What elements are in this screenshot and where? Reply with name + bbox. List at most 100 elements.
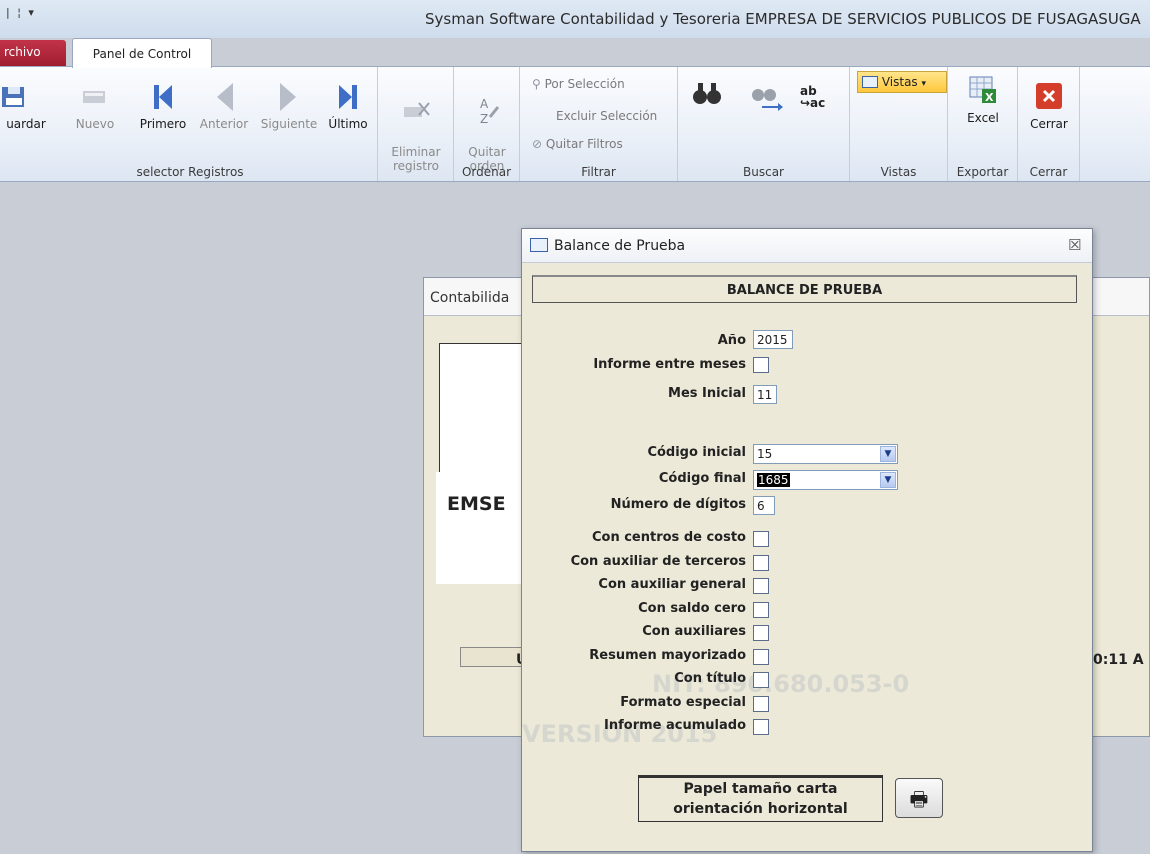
option-label: Con auxiliar de terceros <box>570 553 746 569</box>
codigo-inicial-value: 15 <box>757 447 773 461</box>
excluir-seleccion-label: Excluir Selección <box>556 109 658 123</box>
quitar-filtros-button[interactable]: ⊘ Quitar Filtros <box>532 137 623 151</box>
tab-archivo[interactable]: rchivo <box>0 40 66 66</box>
quick-access-toolbar[interactable]: | ¦ ▾ <box>6 6 36 19</box>
codigo-inicial-label: Código inicial <box>647 445 746 460</box>
ribbon: uardar Nuevo Primero Anterior Siguiente … <box>0 66 1150 182</box>
option-label: Con centros de costo <box>591 530 746 545</box>
cerrar-button[interactable]: Cerrar <box>1022 81 1076 131</box>
dialog-close-icon[interactable]: ☒ <box>1068 236 1081 254</box>
ultimo-button[interactable]: Último <box>322 81 374 131</box>
option-checkbox[interactable] <box>753 554 769 571</box>
nuevo-button[interactable]: Nuevo <box>66 81 124 131</box>
option-checkbox[interactable] <box>753 625 769 641</box>
quitar-orden-button[interactable]: AZ Quitar orden <box>460 81 514 173</box>
eliminar-label: Eliminar registro <box>391 145 441 173</box>
svg-text:Z: Z <box>480 112 488 125</box>
mes-inicial-label: Mes Inicial <box>668 386 746 401</box>
numero-digitos-input[interactable]: 6 <box>753 496 775 515</box>
anterior-button[interactable]: Anterior <box>192 81 256 131</box>
option-label: Con auxiliares <box>642 624 746 639</box>
background-time-text: 0:11 A <box>1093 652 1144 668</box>
view-icon <box>862 76 878 88</box>
group-label-filtrar: Filtrar <box>581 165 616 179</box>
siguiente-label: Siguiente <box>260 117 318 131</box>
codigo-inicial-select[interactable]: 15 ▼ <box>753 444 898 464</box>
filter-icon: ⚲ <box>532 77 545 91</box>
next-record-icon <box>280 83 296 111</box>
replace-icon[interactable]: ab ↪ac <box>800 85 825 109</box>
save-icon <box>2 87 24 107</box>
excluir-seleccion-button[interactable]: Excluir Selección <box>556 109 657 123</box>
codigo-final-label: Código final <box>658 471 746 486</box>
printer-icon: 🖶 <box>909 787 929 811</box>
siguiente-button[interactable]: Siguiente <box>256 81 322 131</box>
vistas-button-label: Vistas <box>881 75 918 89</box>
option-checkbox[interactable] <box>753 719 769 735</box>
option-checkbox[interactable] <box>753 672 769 688</box>
group-ordenar: AZ Quitar orden Ordenar <box>454 67 520 181</box>
papel-line-1: Papel tamaño carta <box>683 781 838 797</box>
eliminar-registro-button[interactable]: Eliminar registro <box>386 81 446 173</box>
por-seleccion-label: Por Selección <box>544 77 625 91</box>
option-checkbox[interactable] <box>753 601 769 618</box>
chevron-down-icon[interactable]: ▼ <box>880 446 896 462</box>
guardar-label: uardar <box>6 117 46 131</box>
first-record-icon <box>154 85 172 109</box>
group-filtrar: ⚲ Por Selección Excluir Selección ⊘ Quit… <box>520 67 678 181</box>
papel-line-2: orientación horizontal <box>673 801 848 817</box>
group-buscar: ab ↪ac Buscar <box>678 67 850 181</box>
group-exportar: X Excel Exportar <box>948 67 1018 181</box>
anio-input[interactable]: 2015 <box>753 330 793 349</box>
chevron-down-icon[interactable]: ▼ <box>880 472 896 488</box>
dialog-header: BALANCE DE PRUEBA <box>532 275 1077 303</box>
anio-label: Año <box>717 333 746 348</box>
tab-panel-de-control[interactable]: Panel de Control <box>72 38 212 68</box>
group-label-vistas: Vistas <box>880 165 917 179</box>
primero-label: Primero <box>139 117 187 131</box>
mes-inicial-input[interactable]: 11 <box>753 385 777 404</box>
group-label-cerrar: Cerrar <box>1029 165 1068 179</box>
dialog-title: Balance de Prueba <box>554 238 686 254</box>
primero-button[interactable]: Primero <box>134 81 192 131</box>
background-panel <box>436 472 524 584</box>
close-icon <box>1036 83 1062 109</box>
option-label: Con saldo cero <box>638 600 746 616</box>
group-vistas: Vistas ▾ Vistas <box>850 67 948 181</box>
clear-filter-icon: ⊘ <box>532 137 546 151</box>
background-field <box>460 647 522 667</box>
last-record-icon <box>339 85 357 109</box>
quitar-filtros-label: Quitar Filtros <box>545 137 623 151</box>
numero-digitos-label: Número de dígitos <box>610 497 746 512</box>
form-icon <box>530 238 548 252</box>
dialog-titlebar[interactable]: Balance de Prueba ☒ <box>522 229 1092 263</box>
excel-export-button[interactable]: X Excel <box>954 75 1012 125</box>
go-to-icon[interactable] <box>750 79 784 113</box>
group-label-ordenar: Ordenar <box>461 165 512 179</box>
vistas-button[interactable]: Vistas ▾ <box>857 71 947 93</box>
clear-sort-icon: AZ <box>480 97 500 125</box>
por-seleccion-button[interactable]: ⚲ Por Selección <box>532 77 625 91</box>
option-checkbox[interactable] <box>753 695 769 712</box>
window-titlebar: | ¦ ▾ Sysman Software Contabilidad y Tes… <box>0 0 1150 38</box>
guardar-button[interactable]: uardar <box>0 81 52 131</box>
group-selector-registros: uardar Nuevo Primero Anterior Siguiente … <box>0 67 378 181</box>
window-title: Sysman Software Contabilidad y Tesoreria… <box>425 10 1141 28</box>
find-icon[interactable] <box>692 79 722 107</box>
codigo-final-value: 1685 <box>757 473 790 487</box>
option-label: Resumen mayorizado <box>589 647 746 663</box>
informe-entre-meses-checkbox[interactable] <box>753 357 769 373</box>
ultimo-label: Último <box>328 117 368 131</box>
print-button[interactable]: 🖶 <box>895 778 943 818</box>
new-record-icon <box>83 91 105 103</box>
cerrar-label: Cerrar <box>1030 117 1068 131</box>
option-checkbox[interactable] <box>753 648 769 665</box>
option-checkbox[interactable] <box>753 578 769 594</box>
svg-text:A: A <box>480 97 489 111</box>
delete-record-icon <box>404 102 430 117</box>
codigo-final-select[interactable]: 1685 ▼ <box>753 470 898 490</box>
background-company-text: EMSE <box>447 493 506 515</box>
option-checkbox[interactable] <box>753 531 769 547</box>
background-frame <box>439 343 523 478</box>
option-label: Con título <box>674 671 746 686</box>
